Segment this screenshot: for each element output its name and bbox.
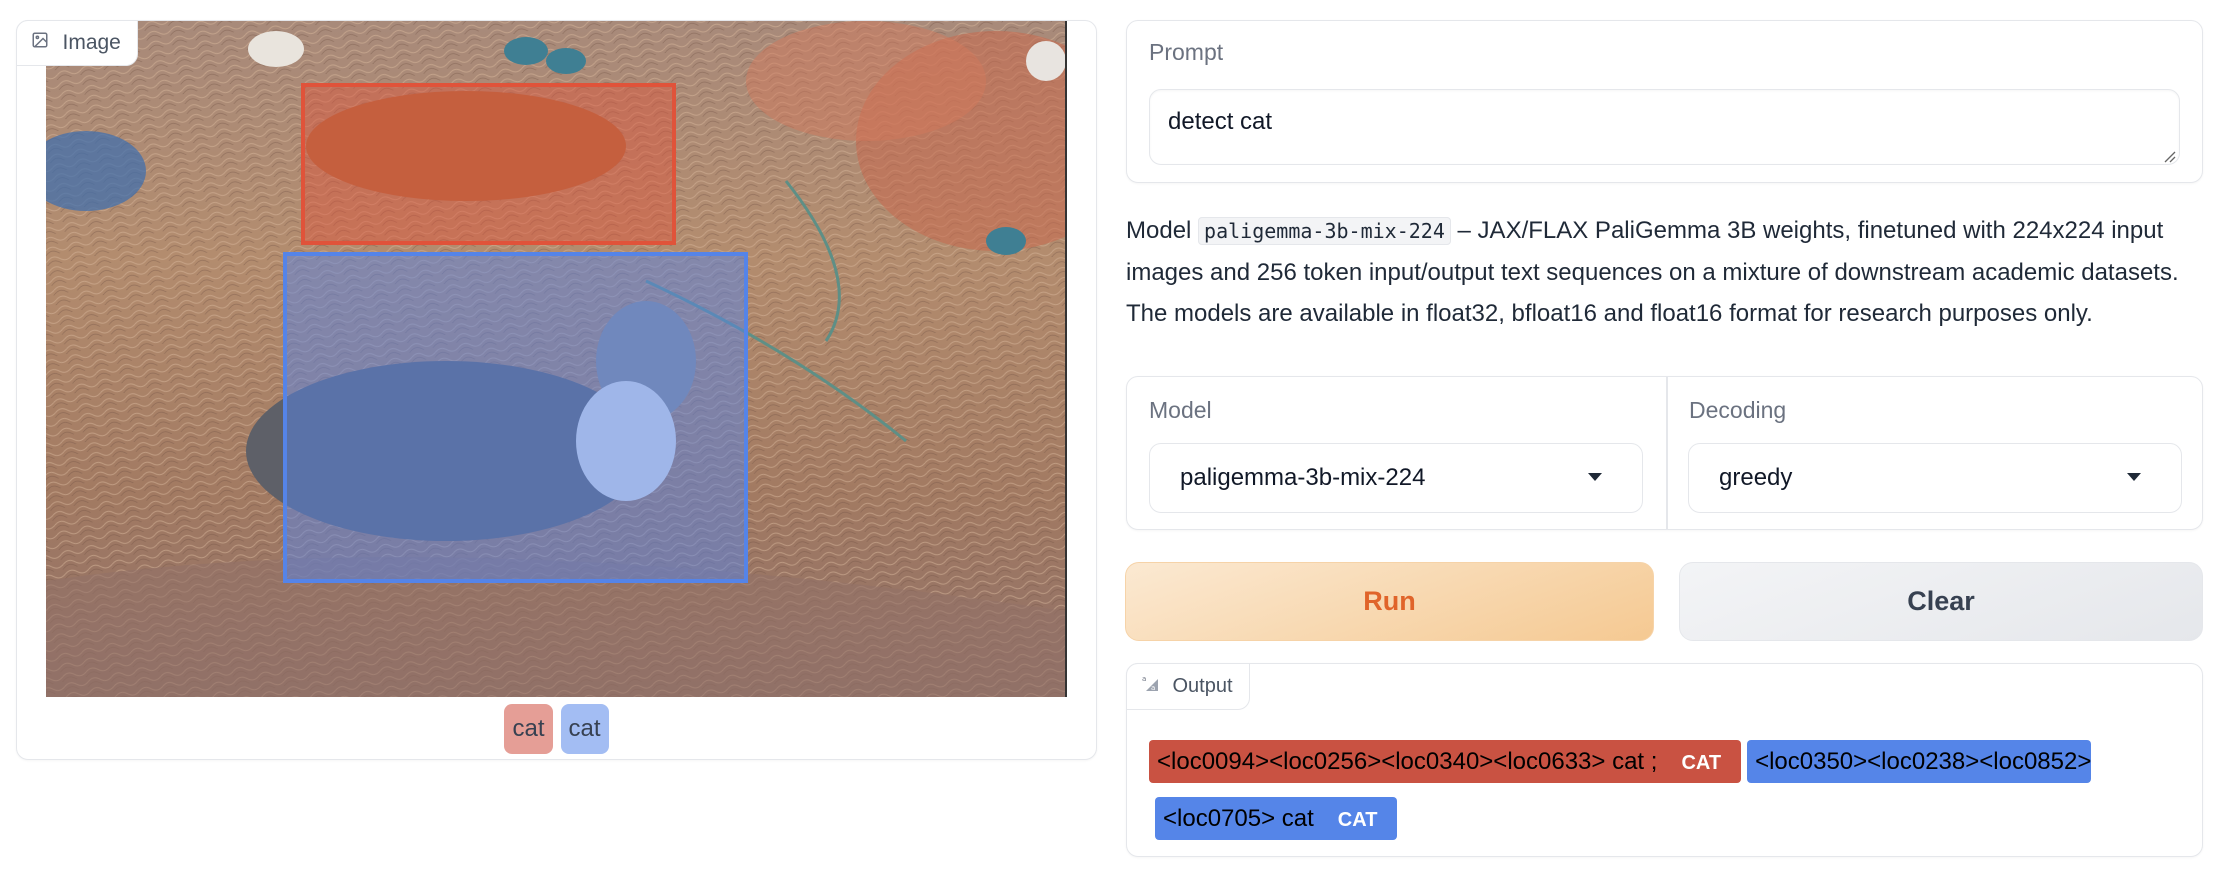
chevron-down-icon: [2127, 473, 2141, 481]
image-panel: Image cat cat: [15, 19, 1097, 760]
output-segment-red[interactable]: <loc0094><loc0256><loc0340><loc0633> cat…: [1149, 740, 1742, 783]
legend-chip-cat-blue[interactable]: cat: [560, 704, 609, 754]
bbox-cat-red: [300, 83, 676, 246]
decoding-label: Decoding: [1689, 397, 1787, 423]
highlighted-output: <loc0094><loc0256><loc0340><loc0633> cat…: [1149, 734, 2174, 848]
description-prefix: Model: [1126, 217, 1192, 244]
svg-text:a: a: [1151, 684, 1155, 692]
model-code: paligemma-3b-mix-224: [1198, 217, 1451, 245]
image-icon: [31, 31, 49, 55]
output-block-label: aa Output: [1125, 662, 1250, 710]
prompt-panel: Prompt: [1126, 20, 2203, 183]
clear-button[interactable]: Clear: [1679, 562, 2203, 641]
svg-text:a: a: [1142, 675, 1146, 683]
segment-text: <loc0094><loc0256><loc0340><loc0633> cat…: [1157, 748, 1658, 775]
options-divider: [1666, 377, 1668, 529]
annotated-image[interactable]: [46, 21, 1067, 697]
segment-tag: CAT: [1681, 752, 1722, 774]
model-dropdown[interactable]: paligemma-3b-mix-224: [1149, 443, 1643, 513]
options-panel: Model paligemma-3b-mix-224 Decoding gree…: [1126, 376, 2203, 530]
model-description: Model paligemma-3b-mix-224 – JAX/FLAX Pa…: [1126, 210, 2206, 334]
chevron-down-icon: [1588, 473, 1602, 481]
legend-chip-cat-red[interactable]: cat: [504, 704, 553, 754]
bbox-cat-blue: [282, 252, 748, 584]
run-button[interactable]: Run: [1125, 562, 1654, 641]
model-dropdown-value: paligemma-3b-mix-224: [1180, 464, 1426, 491]
resize-grip-icon[interactable]: [2162, 149, 2176, 163]
decoding-dropdown-value: greedy: [1719, 464, 1793, 491]
model-label: Model: [1149, 397, 1212, 423]
image-block-label: Image: [15, 19, 138, 66]
segment-tag: CAT: [1337, 809, 1378, 831]
detection-legend: cat cat: [17, 704, 1096, 754]
output-block-label-text: Output: [1172, 674, 1233, 697]
text-highlight-icon: aa: [1141, 674, 1159, 698]
decoding-dropdown[interactable]: greedy: [1688, 443, 2182, 513]
prompt-input[interactable]: [1149, 89, 2180, 165]
image-block-label-text: Image: [62, 30, 121, 54]
prompt-label: Prompt: [1149, 39, 1224, 65]
output-panel: aa Output <loc0094><loc0256><loc0340><lo…: [1125, 662, 2203, 857]
